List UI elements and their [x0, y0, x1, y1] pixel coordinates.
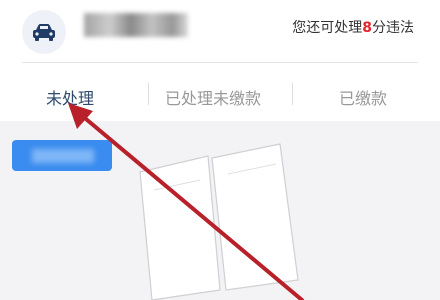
violation-points-note: 您还可处理8分违法	[292, 17, 414, 37]
blurred-button-label	[32, 149, 94, 163]
vehicle-avatar[interactable]	[22, 10, 66, 54]
tab-processed-unpaid[interactable]: 已处理未缴款	[165, 85, 261, 109]
blurred-action-button[interactable]	[12, 140, 112, 171]
violation-points-value: 8	[362, 20, 372, 36]
tab-paid[interactable]: 已缴款	[339, 85, 387, 109]
tab-unprocessed[interactable]: 未处理	[46, 85, 94, 109]
vehicle-header: 您还可处理8分违法	[0, 0, 440, 62]
empty-state-illustration	[139, 143, 299, 300]
tab-separator	[148, 83, 149, 105]
tab-separator	[292, 83, 293, 105]
violation-note-suffix: 分违法	[372, 20, 414, 36]
plate-number-blurred	[84, 13, 188, 37]
violation-note-prefix: 您还可处理	[292, 20, 363, 36]
violation-status-tabs: 未处理 已处理未缴款 已缴款	[0, 63, 440, 121]
car-icon	[33, 24, 55, 41]
